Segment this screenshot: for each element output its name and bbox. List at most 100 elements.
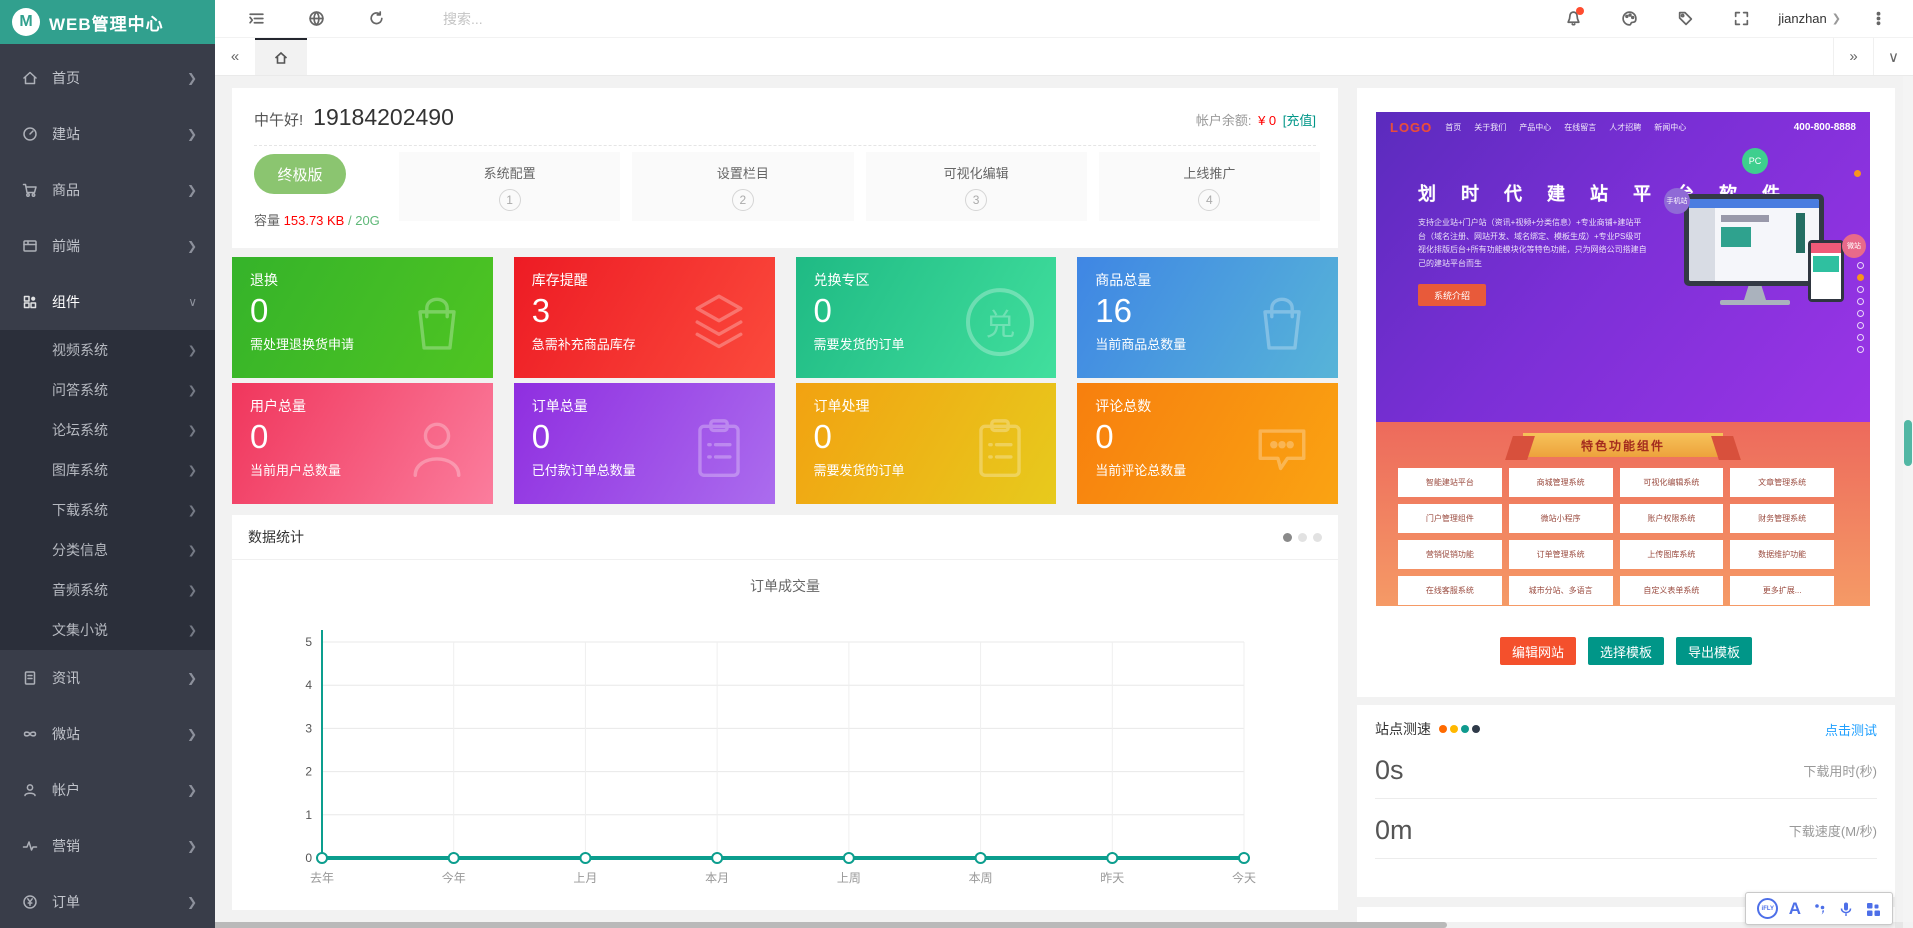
globe-icon[interactable] [297,0,335,38]
template-carousel-dot[interactable] [1857,262,1864,269]
sidebar-item-marketing[interactable]: 营销 ❯ [0,818,215,874]
ifly-logo-icon[interactable]: iFLY [1757,898,1778,919]
template-carousel-dot[interactable] [1857,274,1864,281]
layers-icon [685,288,753,356]
template-carousel-dot[interactable] [1857,346,1864,353]
stat-card-订单处理[interactable]: 订单处理0需要发货的订单 [796,383,1057,504]
tab-home[interactable] [255,38,307,75]
submenu-item-label: 论坛系统 [52,420,108,440]
chevron-right-icon: ❯ [187,895,197,909]
promo-nav: LOGO 首页 关于我们 产品中心 在线留言 人才招聘 新闻中心 400-800… [1376,120,1870,135]
sidebar-item-label: 订单 [52,892,80,912]
sidebar-item-home[interactable]: 首页 ❯ [0,50,215,106]
template-carousel-dot[interactable] [1857,334,1864,341]
tag-icon[interactable] [1666,0,1704,38]
template-carousel-dot[interactable] [1857,310,1864,317]
sidebar-item-account[interactable]: 帐户 ❯ [0,762,215,818]
export-template-button[interactable]: 导出模板 [1676,637,1752,665]
plan-badge[interactable]: 终极版 [254,154,346,194]
tabs-menu-button[interactable]: ∨ [1873,38,1913,75]
submenu-item[interactable]: 问答系统❯ [0,370,215,410]
chevron-right-icon: ❯ [187,727,197,741]
recharge-link[interactable]: [充值] [1283,113,1316,128]
sidebar-item-site-builder[interactable]: 建站 ❯ [0,106,215,162]
svg-text:今年: 今年 [442,870,466,885]
search-input[interactable] [443,11,663,27]
tabs-scroll-right-button[interactable]: » [1833,38,1873,75]
stat-card-订单总量[interactable]: 订单总量0已付款订单总数量 [514,383,775,504]
submenu-item[interactable]: 图库系统❯ [0,450,215,490]
decorative-dot [1472,725,1480,733]
template-carousel-dot[interactable] [1857,286,1864,293]
carousel-dot[interactable] [1313,533,1322,542]
bell-icon[interactable] [1554,0,1592,38]
collapse-sidebar-icon[interactable] [237,0,275,38]
edit-site-button[interactable]: 编辑网站 [1500,637,1576,665]
stat-card-用户总量[interactable]: 用户总量0当前用户总数量 [232,383,493,504]
stat-card-评论总数[interactable]: 评论总数0当前评论总数量 [1077,383,1338,504]
submenu-item[interactable]: 视频系统❯ [0,330,215,370]
capacity-total: / 20G [348,213,380,228]
sidebar-item-micro-site[interactable]: 微站 ❯ [0,706,215,762]
stat-card-兑换专区[interactable]: 兑换专区0需要发货的订单兑 [796,257,1057,378]
vertical-scrollbar[interactable] [1903,76,1913,922]
feature-cell: 智能建站平台 [1398,468,1502,497]
user-icon [22,782,38,798]
template-carousel-dot[interactable] [1857,322,1864,329]
account-balance: 帐户余额: ¥ 0 [充值] [1196,110,1316,129]
template-panel: LOGO 首页 关于我们 产品中心 在线留言 人才招聘 新闻中心 400-800… [1357,88,1895,697]
refresh-icon[interactable] [357,0,395,38]
step-setup-columns[interactable]: 设置栏目 2 [632,152,853,221]
cart-icon [22,182,38,198]
microphone-icon[interactable] [1838,901,1854,917]
stat-card-库存提醒[interactable]: 库存提醒3急需补充商品库存 [514,257,775,378]
more-vertical-icon[interactable] [1859,0,1897,38]
fullscreen-icon[interactable] [1722,0,1760,38]
carousel-dot[interactable] [1283,533,1292,542]
carousel-dot[interactable] [1298,533,1307,542]
download-speed-value: 0m [1375,815,1413,846]
submenu-item[interactable]: 下载系统❯ [0,490,215,530]
sidebar-item-orders[interactable]: 订单 ❯ [0,874,215,928]
sidebar-item-products[interactable]: 商品 ❯ [0,162,215,218]
promo-paragraph: 支持企业站+门户站（资讯+视频+分类信息）+专业商铺+建站平台（域名注册、网站开… [1418,216,1648,270]
template-preview-image[interactable]: LOGO 首页 关于我们 产品中心 在线留言 人才招聘 新闻中心 400-800… [1376,112,1870,606]
monitor-illustration [1684,194,1824,286]
submenu-item[interactable]: 分类信息❯ [0,530,215,570]
grid-icon[interactable] [1865,901,1881,917]
submenu-item[interactable]: 音频系统❯ [0,570,215,610]
vertical-scrollbar-thumb[interactable] [1904,420,1912,466]
step-go-live[interactable]: 上线推广 4 [1099,152,1320,221]
sidebar-item-label: 资讯 [52,668,80,688]
run-speed-test-link[interactable]: 点击测试 [1825,720,1877,739]
submenu-item[interactable]: 文集小说❯ [0,610,215,650]
submenu-item[interactable]: 论坛系统❯ [0,410,215,450]
app-title: WEB管理中心 [49,10,164,35]
step-system-config[interactable]: 系统配置 1 [399,152,620,221]
svg-text:1: 1 [305,808,312,822]
tabs-scroll-left-button[interactable]: « [215,38,255,75]
choose-template-button[interactable]: 选择模板 [1588,637,1664,665]
template-carousel-dot[interactable] [1857,298,1864,305]
admin-dashboard: M WEB管理中心 首页 ❯ 建站 ❯ 商品 ❯ 前端 ❯ [0,0,1913,928]
user-menu[interactable]: jianzhan❯ [1778,11,1841,26]
sidebar-item-components[interactable]: 组件 ∨ [0,274,215,330]
account-number: 19184202490 [313,104,454,131]
sidebar-item-frontend[interactable]: 前端 ❯ [0,218,215,274]
palette-icon[interactable] [1610,0,1648,38]
greeting-card: 中午好! 19184202490 帐户余额: ¥ 0 [充值] 终极版 容量 1… [232,88,1338,248]
stat-card-商品总量[interactable]: 商品总量16当前商品总数量 [1077,257,1338,378]
stat-card-退换[interactable]: 退换0需处理退换货申请 [232,257,493,378]
letter-a-icon[interactable]: A [1789,899,1801,919]
chevron-right-icon: ❯ [187,839,197,853]
step-title: 可视化编辑 [944,163,1009,182]
document-icon [22,670,38,686]
chevron-right-icon: ❯ [187,71,197,85]
sidebar-item-news[interactable]: 资讯 ❯ [0,650,215,706]
punctuation-icon[interactable] [1812,901,1828,917]
username-text: jianzhan [1778,11,1826,26]
horizontal-scrollbar-thumb[interactable] [47,922,1447,928]
horizontal-scrollbar[interactable] [0,922,1903,928]
orange-dot [1854,170,1861,177]
step-visual-edit[interactable]: 可视化编辑 3 [866,152,1087,221]
